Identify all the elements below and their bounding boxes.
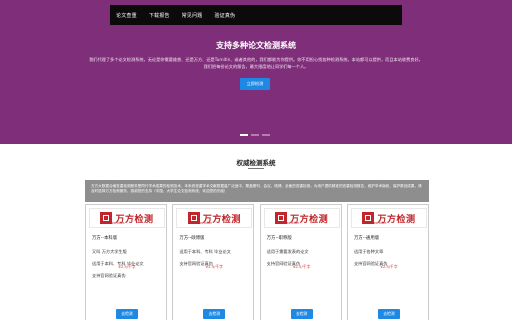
hero-desc-line-1: 我们代理了多个论文检测系统，无论是你需要维普、还是万方、还是Turnitin、或… — [89, 57, 423, 62]
carousel-dot-3[interactable] — [262, 134, 270, 136]
product-name: 万方--通用版 — [353, 236, 380, 241]
hero-desc-line-2: 我们把每份论文的报告，最大限度地让同学们每一个人。 — [203, 63, 309, 69]
section-divider — [248, 168, 264, 169]
product-price: ¥2.5/千字 — [205, 264, 223, 269]
hero-banner: 论文查重 下载报告 常见问题 验证真伪 支持多种论文检测系统 我们代理了多个论文… — [0, 0, 512, 144]
nav-item-download[interactable]: 下载报告 — [149, 12, 170, 19]
go-check-button[interactable]: 去检测 — [116, 309, 138, 319]
carousel-dot-1[interactable] — [240, 134, 248, 136]
product-name: 万方--职称版 — [266, 236, 292, 241]
product-feature: 适用于本科、专科 毕业论文 — [179, 249, 231, 254]
product-card-doctoral: 万方检测 万方数据 检测服务 万方--硕博版 适用于本科、专科 毕业论文 支持官… — [172, 204, 255, 320]
wanfang-logo: 万方检测 万方数据 检测服务 — [89, 208, 165, 228]
nav-item-verify[interactable]: 验证真伪 — [214, 12, 235, 19]
product-card-professional: 万方检测 万方数据 检测服务 万方--职称版 适用于需要发表的论文 支持官网验证… — [259, 204, 342, 320]
go-check-button[interactable]: 去检测 — [203, 309, 226, 319]
product-feature: 适用于各种文章 — [353, 249, 384, 254]
product-feature: 又叫 万方大学生版 — [92, 249, 127, 254]
notice-box: 万方大数据合格查重检测服务是同行学术成果的检测技术，本系统查重学术文献数据量广泛… — [85, 180, 429, 202]
top-nav: 论文查重 下载报告 常见问题 验证真伪 — [110, 5, 402, 25]
wanfang-logo-subtext: 万方数据 检测服务 — [195, 223, 212, 225]
wanfang-logo: 万方检测 万方数据 检测服务 — [176, 208, 253, 228]
carousel-indicators — [240, 134, 270, 136]
product-price: ¥2.5/千字 — [292, 264, 311, 269]
hero-check-button[interactable]: 立即检测 — [240, 78, 270, 90]
product-price: ¥2.5/千字 — [118, 264, 136, 269]
product-feature: 适用于需要发表的论文 — [266, 249, 309, 254]
product-feature: 支持官网验证真伪 — [92, 273, 126, 278]
product-cards: 万方检测 万方数据 检测服务 万方--本科版 又叫 万方大学生版 适用于本科、专… — [85, 204, 429, 320]
wanfang-logo-subtext: 万方数据 检测服务 — [282, 223, 300, 225]
carousel-dot-2[interactable] — [251, 134, 259, 136]
nav-item-check[interactable]: 论文查重 — [116, 12, 137, 19]
hero-title: 支持多种论文检测系统 — [216, 41, 296, 50]
product-name: 万方--硕博版 — [179, 236, 205, 241]
hero-description: 我们代理了多个论文检测系统，无论是你需要维普、还是万方、还是Turnitin、或… — [60, 57, 452, 70]
product-price: ¥2.5/千字 — [380, 264, 398, 269]
product-card-general: 万方检测 万方数据 检测服务 万方--通用版 适用于各种文章 支持官网验证真伪 … — [346, 204, 429, 320]
wanfang-logo-subtext: 万方数据 检测服务 — [369, 223, 387, 225]
wanfang-logo: 万方检测 万方数据 检测服务 — [350, 208, 427, 228]
wanfang-logo-subtext: 万方数据 检测服务 — [108, 223, 125, 225]
nav-item-faq[interactable]: 常见问题 — [182, 12, 203, 19]
section-title: 权威检测系统 — [236, 159, 276, 167]
product-card-undergrad: 万方检测 万方数据 检测服务 万方--本科版 又叫 万方大学生版 适用于本科、专… — [85, 204, 167, 320]
go-check-button[interactable]: 去检测 — [290, 309, 313, 319]
go-check-button[interactable]: 去检测 — [377, 309, 400, 319]
product-name: 万方--本科版 — [92, 236, 118, 241]
wanfang-logo: 万方检测 万方数据 检测服务 — [263, 208, 340, 228]
